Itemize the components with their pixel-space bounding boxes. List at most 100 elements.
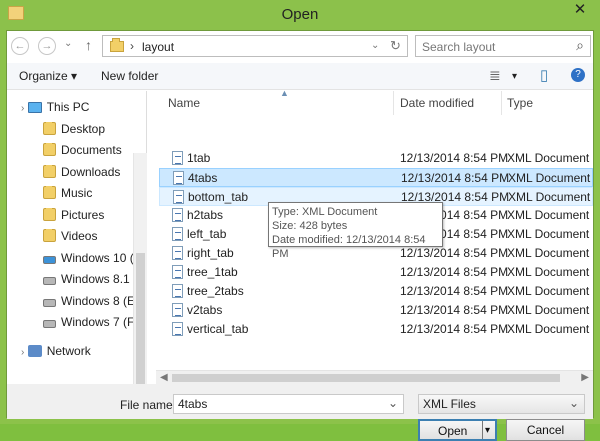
drive-icon [43, 299, 56, 307]
file-name: right_tab [187, 246, 234, 260]
xml-document-icon [172, 246, 183, 260]
view-dropdown-icon[interactable]: ▾ [512, 71, 517, 82]
file-type: XML Document [507, 227, 590, 241]
sidebar-item-label: Videos [61, 229, 98, 243]
file-name-dropdown-icon[interactable]: ⌄ [388, 396, 398, 410]
file-name: tree_1tab [187, 265, 238, 279]
breadcrumb-chevron-icon[interactable]: › [130, 39, 134, 53]
tooltip-size: Size: 428 bytes [272, 220, 348, 232]
file-row-vertical-tab[interactable]: vertical_tab 12/13/2014 8:54 PM XML Docume… [159, 320, 593, 339]
address-bar[interactable]: › layout ⌄ ↻ [102, 35, 408, 57]
file-name: tree_2tabs [187, 284, 244, 298]
date-column-header[interactable]: Date modified [400, 96, 474, 110]
file-name: 1tab [187, 151, 211, 165]
sidebar-item-videos[interactable]: Videos [43, 229, 97, 249]
file-row-1tab[interactable]: 1tab 12/13/2014 8:54 PM XML Document [159, 149, 593, 168]
sidebar-item-windows-10[interactable]: Windows 10 (C [43, 251, 133, 271]
file-name: 4tabs [188, 171, 218, 185]
type-column-header[interactable]: Type [507, 96, 533, 110]
refresh-icon[interactable]: ↻ [390, 38, 401, 54]
sidebar-item-music[interactable]: Music [43, 186, 92, 206]
title-bar[interactable]: Open ✕ [0, 0, 600, 30]
cancel-button[interactable]: Cancel [506, 419, 585, 441]
folder-icon [43, 208, 56, 221]
file-row-tree-2tabs[interactable]: tree_2tabs 12/13/2014 8:54 PM XML Document [159, 282, 593, 301]
file-type: XML Document [507, 151, 590, 165]
preview-pane-icon[interactable]: ▯ [540, 66, 548, 84]
sidebar-item-desktop[interactable]: Desktop [43, 122, 105, 142]
file-name: h2tabs [187, 208, 224, 222]
windows-drive-icon [43, 256, 56, 264]
file-row-tree-1tab[interactable]: tree_1tab 12/13/2014 8:54 PM XML Document [159, 263, 593, 282]
file-type: XML Document [508, 190, 591, 204]
sidebar-item-documents[interactable]: Documents [43, 143, 122, 163]
organize-button[interactable]: Organize ▾ [19, 69, 77, 83]
sidebar-item-pictures[interactable]: Pictures [43, 208, 104, 228]
expand-chevron-icon[interactable]: › [21, 103, 24, 114]
new-folder-button[interactable]: New folder [101, 69, 158, 83]
forward-arrow-icon[interactable]: → [38, 37, 56, 55]
sidebar-item-windows-8-1[interactable]: Windows 8.1 ( [43, 272, 133, 292]
sidebar-item-network[interactable]: › Network [21, 344, 91, 364]
sidebar-item-this-pc[interactable]: › This PC [21, 100, 89, 120]
search-placeholder: Search layout [422, 40, 496, 54]
recent-locations-icon[interactable]: ⌄ [64, 38, 72, 49]
file-type: XML Document [507, 265, 590, 279]
address-row: ← → ⌄ ↑ › layout ⌄ ↻ Search layout ⌕ [7, 31, 593, 61]
back-arrow-icon[interactable]: ← [11, 37, 29, 55]
file-row-v2tabs[interactable]: v2tabs 12/13/2014 8:54 PM XML Document [159, 301, 593, 320]
command-toolbar: Organize ▾ New folder ≣ ▾ ▯ ? [7, 63, 593, 90]
file-date: 12/13/2014 8:54 PM [401, 171, 510, 185]
file-type: XML Document [507, 303, 590, 317]
file-type-select[interactable]: XML Files ⌄ [418, 394, 585, 414]
bottom-controls: File name: 4tabs ⌄ XML Files ⌄ Open ▾ Ca… [7, 384, 593, 441]
name-column-header[interactable]: Name [168, 96, 200, 110]
sidebar-item-label: Windows 8.1 ( [61, 272, 133, 286]
file-name-input[interactable]: 4tabs ⌄ [173, 394, 404, 414]
sidebar-item-windows-7[interactable]: Windows 7 (F: [43, 315, 133, 335]
file-tooltip: Type: XML Document Size: 428 bytes Date … [268, 202, 443, 260]
open-split-icon[interactable]: ▾ [485, 421, 490, 441]
open-dialog-window: Open ✕ ← → ⌄ ↑ › layout ⌄ ↻ Search layou… [0, 0, 600, 441]
sidebar-item-label: Pictures [61, 208, 105, 222]
drive-icon [43, 277, 56, 285]
file-type-dropdown-icon[interactable]: ⌄ [569, 396, 579, 410]
file-type: XML Document [507, 322, 590, 336]
sidebar-item-label: Windows 7 (F: [61, 315, 133, 329]
file-date: 12/13/2014 8:54 PM [400, 322, 509, 336]
open-button-label: Open [438, 424, 468, 438]
open-button[interactable]: Open ▾ [418, 419, 497, 441]
xml-document-icon [172, 322, 183, 336]
horizontal-scrollbar[interactable]: ◀ ▶ [156, 370, 593, 384]
sidebar-item-label: Documents [61, 143, 122, 157]
scroll-left-icon[interactable]: ◀ [160, 372, 168, 383]
search-input[interactable]: Search layout ⌕ [415, 35, 591, 57]
address-dropdown-icon[interactable]: ⌄ [371, 40, 379, 51]
file-type: XML Document [507, 208, 590, 222]
sidebar-item-downloads[interactable]: Downloads [43, 165, 120, 185]
search-icon[interactable]: ⌕ [576, 37, 584, 54]
folder-icon [43, 165, 56, 178]
help-icon[interactable]: ? [571, 68, 585, 82]
sidebar-item-windows-8[interactable]: Windows 8 (E: [43, 294, 133, 314]
column-divider[interactable] [393, 91, 394, 115]
view-icon[interactable]: ≣ [489, 67, 501, 84]
close-button[interactable]: ✕ [568, 0, 592, 20]
breadcrumb-layout[interactable]: layout [142, 40, 174, 54]
navigation-pane: › This PC Desktop Documents Downloads Mu… [7, 91, 147, 417]
file-type: XML Document [507, 246, 590, 260]
scroll-right-icon[interactable]: ▶ [581, 372, 589, 383]
expand-chevron-icon[interactable]: › [21, 347, 24, 358]
file-type-value: XML Files [423, 397, 476, 411]
file-type: XML Document [508, 171, 591, 185]
sidebar-item-label: This PC [46, 100, 90, 114]
file-name-value: 4tabs [178, 397, 208, 411]
up-folder-icon[interactable]: ↑ [85, 37, 92, 53]
horizontal-scroll-thumb[interactable] [172, 374, 560, 382]
column-divider[interactable] [501, 91, 502, 115]
navigation-scrollbar[interactable] [133, 153, 147, 417]
file-row-4tabs[interactable]: 4tabs 12/13/2014 8:54 PM XML Document [159, 168, 593, 187]
navigation-scroll-thumb[interactable] [136, 253, 145, 390]
folder-icon [43, 229, 56, 242]
file-date: 12/13/2014 8:54 PM [400, 284, 509, 298]
